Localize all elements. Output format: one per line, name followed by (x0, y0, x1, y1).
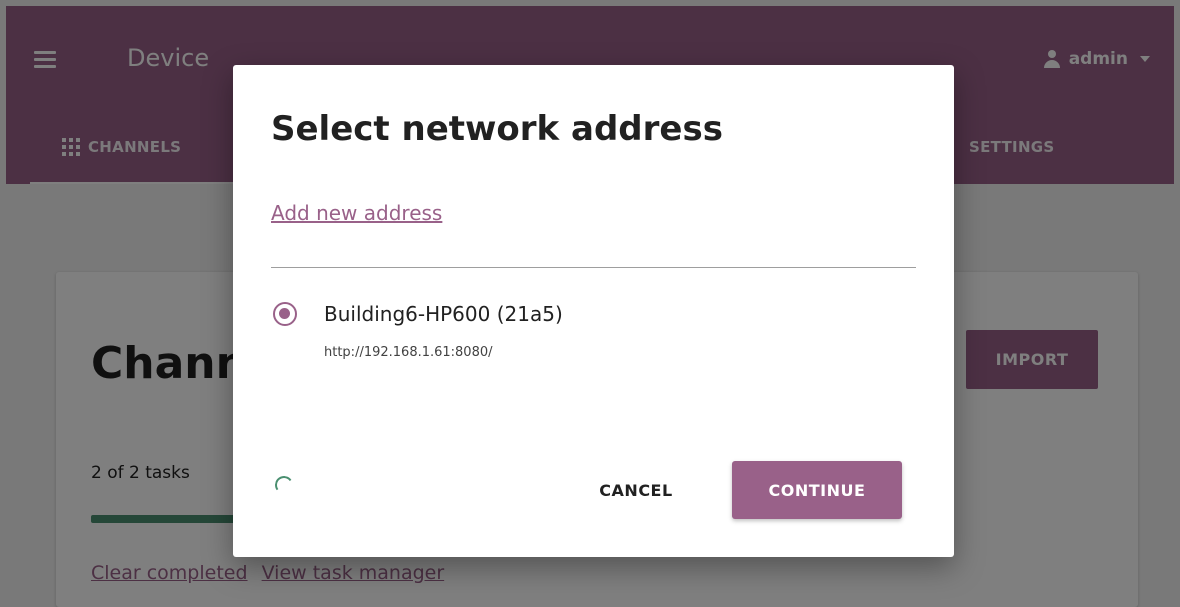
add-new-address-link[interactable]: Add new address (271, 201, 442, 225)
divider (271, 267, 916, 268)
cancel-button[interactable]: CANCEL (581, 463, 691, 518)
loading-spinner-icon (273, 474, 295, 496)
address-radio[interactable] (273, 302, 297, 326)
address-name[interactable]: Building6-HP600 (21a5) (324, 302, 563, 326)
address-url: http://192.168.1.61:8080/ (324, 345, 493, 360)
continue-button[interactable]: CONTINUE (732, 461, 902, 519)
dialog-title: Select network address (271, 109, 723, 149)
select-address-dialog: Select network address Add new address B… (233, 65, 954, 557)
